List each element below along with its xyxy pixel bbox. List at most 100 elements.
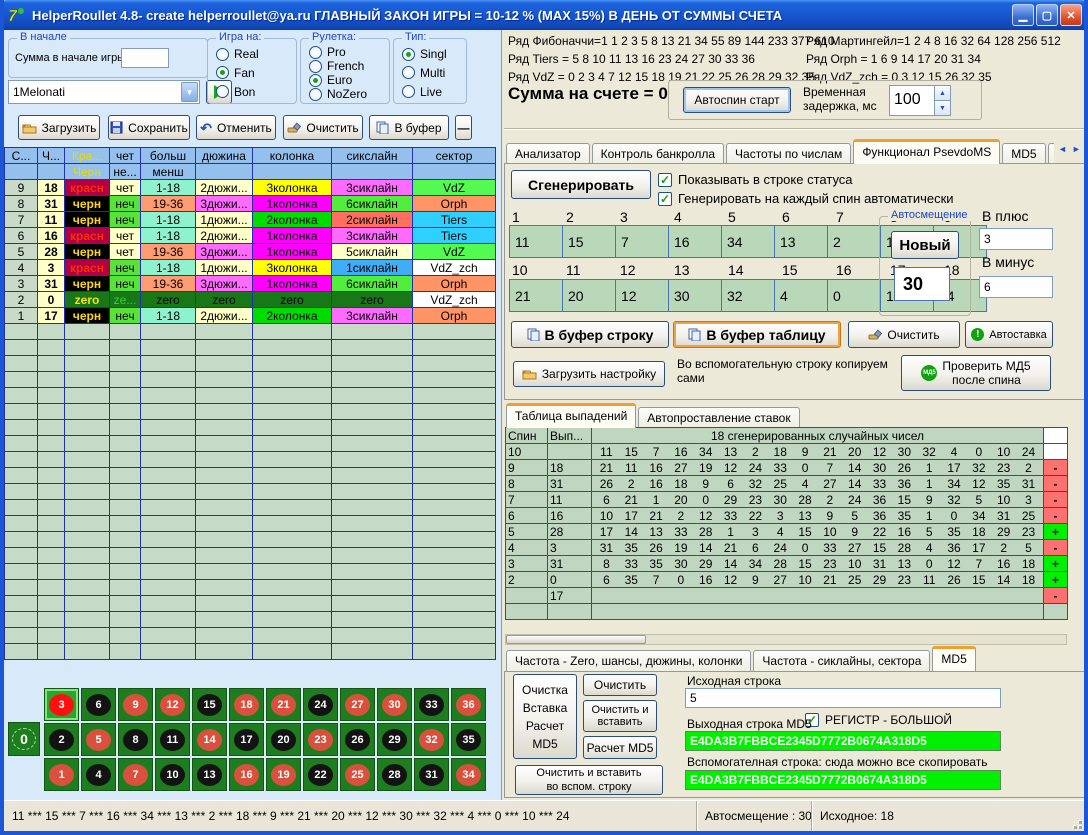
copy-table-button[interactable]: В буфер таблицу xyxy=(673,321,841,348)
board-cell-18[interactable]: 18 xyxy=(229,688,264,721)
board-cell-22[interactable]: 22 xyxy=(303,758,338,791)
tab-md5[interactable]: MD5 xyxy=(932,646,975,671)
radio-nozero[interactable]: NoZero xyxy=(309,87,389,101)
board-cell-5[interactable]: 5 xyxy=(81,723,116,756)
board-cell-1[interactable]: 1 xyxy=(44,758,79,791)
board-cell-23[interactable]: 23 xyxy=(303,723,338,756)
clear-gen-button[interactable]: Очистить xyxy=(848,321,960,348)
board-cell-11[interactable]: 11 xyxy=(155,723,190,756)
board-cell-9[interactable]: 9 xyxy=(118,688,153,721)
copy-row-button[interactable]: В буфер строку xyxy=(511,321,669,348)
minimize-button[interactable]: ▁ xyxy=(1012,4,1034,26)
collapse-button[interactable]: — xyxy=(455,115,472,140)
board-cell-26[interactable]: 26 xyxy=(340,723,375,756)
board-cell-20[interactable]: 20 xyxy=(266,723,301,756)
tab-анализатор[interactable]: Анализатор xyxy=(506,143,590,164)
board-cell-36[interactable]: 36 xyxy=(451,688,486,721)
profile-combo-value[interactable]: 1Melonati xyxy=(8,80,200,104)
spinner-up-icon[interactable]: ▲ xyxy=(935,86,950,101)
check-md5-button[interactable]: МД5 Проверить МД5после спина xyxy=(901,355,1051,391)
board-cell-2[interactable]: 2 xyxy=(44,723,79,756)
board-cell-6[interactable]: 6 xyxy=(81,688,116,721)
board-cell-28[interactable]: 28 xyxy=(377,758,412,791)
board-cell-4[interactable]: 4 xyxy=(81,758,116,791)
board-cell-10[interactable]: 10 xyxy=(155,758,190,791)
board-cell-24[interactable]: 24 xyxy=(303,688,338,721)
tab-автопроставление-ставок[interactable]: Автопроставление ставок xyxy=(638,407,799,428)
autobet-button[interactable]: ! Автоставка xyxy=(965,321,1053,348)
board-cell-25[interactable]: 25 xyxy=(340,758,375,791)
resize-grip[interactable] xyxy=(1070,817,1082,829)
start-sum-input[interactable] xyxy=(121,48,169,68)
board-cell-16[interactable]: 16 xyxy=(229,758,264,791)
md5-clear-paste-button[interactable]: Очистить и вставить xyxy=(583,700,657,732)
new-button[interactable]: Новый xyxy=(891,231,959,259)
copy-buffer-button[interactable]: В буфер xyxy=(369,115,449,140)
spinner-down-icon[interactable]: ▼ xyxy=(935,101,950,115)
tab-scroll-left-icon[interactable]: ◄ xyxy=(1056,142,1069,156)
undo-button[interactable]: ↶ Отменить xyxy=(196,115,276,140)
tab-md5[interactable]: MD5 xyxy=(1002,143,1045,164)
md5-calc-button[interactable]: Расчет MD5 xyxy=(583,736,657,759)
board-cell-29[interactable]: 29 xyxy=(377,723,412,756)
maximize-button[interactable]: ▢ xyxy=(1036,4,1058,26)
clear-button[interactable]: Очистить xyxy=(283,115,363,140)
spin-table-scrollbar[interactable] xyxy=(505,634,1067,645)
radio-singl[interactable]: Singl xyxy=(402,47,466,61)
autospin-start-button[interactable]: Автоспин старт xyxy=(683,87,791,113)
radio-euro[interactable]: Euro xyxy=(309,73,389,87)
load-button[interactable]: Загрузить xyxy=(18,115,100,140)
tab-частота-zero-шансы-дюжины-колонки[interactable]: Частота - Zero, шансы, дюжины, колонки xyxy=(506,650,751,671)
scrollbar-thumb[interactable] xyxy=(506,635,646,644)
radio-fan[interactable]: Fan xyxy=(216,66,296,80)
board-cell-19[interactable]: 19 xyxy=(266,758,301,791)
board-cell-8[interactable]: 8 xyxy=(118,723,153,756)
close-button[interactable]: ✕ xyxy=(1060,4,1082,26)
board-cell-7[interactable]: 7 xyxy=(118,758,153,791)
chevron-down-icon[interactable]: ▼ xyxy=(181,82,198,102)
board-cell-31[interactable]: 31 xyxy=(414,758,449,791)
radio-multi[interactable]: Multi xyxy=(402,66,466,80)
board-cell-15[interactable]: 15 xyxy=(192,688,227,721)
radio-french[interactable]: French xyxy=(309,59,389,73)
board-cell-32[interactable]: 32 xyxy=(414,723,449,756)
radio-live[interactable]: Live xyxy=(402,85,466,99)
load-settings-button[interactable]: Загрузить настройку xyxy=(513,361,665,387)
board-cell-13[interactable]: 13 xyxy=(192,758,227,791)
checkbox-show-status[interactable]: ✓ Показывать в строке статуса xyxy=(658,172,853,187)
board-cell-3[interactable]: 3 xyxy=(44,688,79,721)
tab-контроль-банкролла[interactable]: Контроль банкролла xyxy=(592,143,724,164)
board-cell-17[interactable]: 17 xyxy=(229,723,264,756)
tab-деление-кол[interactable]: Деление кол xyxy=(1048,143,1054,164)
radio-bon[interactable]: Bon xyxy=(216,85,296,99)
md5-clear-button[interactable]: Очистить xyxy=(583,674,657,696)
checkbox-autogen[interactable]: ✓ Генерировать на каждый спин автоматиче… xyxy=(658,191,954,206)
radio-pro[interactable]: Pro xyxy=(309,45,389,59)
plus-input[interactable] xyxy=(979,228,1053,250)
board-cell-33[interactable]: 33 xyxy=(414,688,449,721)
tab-частоты-по-числам[interactable]: Частоты по числам xyxy=(726,143,851,164)
board-cell-27[interactable]: 27 xyxy=(340,688,375,721)
md5-big-button[interactable]: ОчисткаВставкаРасчет MD5 xyxy=(513,674,577,759)
radio-real[interactable]: Real xyxy=(216,47,296,61)
board-cell-12[interactable]: 12 xyxy=(155,688,190,721)
register-checkbox[interactable]: ✓ РЕГИСТР - БОЛЬШОЙ xyxy=(805,713,952,727)
board-cell-30[interactable]: 30 xyxy=(377,688,412,721)
profile-combo[interactable]: 1Melonati ▼ xyxy=(8,80,200,104)
source-input[interactable] xyxy=(685,688,1001,708)
delay-value[interactable]: 100 xyxy=(890,86,934,115)
board-cell-34[interactable]: 34 xyxy=(451,758,486,791)
tab-scroll-right-icon[interactable]: ► xyxy=(1070,142,1083,156)
tab-функционал-psevdoms[interactable]: Функционал PsevdoMS xyxy=(853,139,1000,164)
generate-button[interactable]: Сгенерировать xyxy=(511,170,651,199)
board-cell-14[interactable]: 14 xyxy=(192,723,227,756)
roulette-zero-cell[interactable]: 0 xyxy=(8,722,40,756)
minus-input[interactable] xyxy=(979,276,1053,298)
board-cell-21[interactable]: 21 xyxy=(266,688,301,721)
save-button[interactable]: Сохранить xyxy=(108,115,190,140)
tab-частота-сиклайны-сектора[interactable]: Частота - сиклайны, сектора xyxy=(753,650,930,671)
board-cell-35[interactable]: 35 xyxy=(451,723,486,756)
autoshift-value[interactable]: 30 xyxy=(894,267,950,301)
tab-таблица-выпадений[interactable]: Таблица выпадений xyxy=(506,403,636,428)
md5-clear-paste-aux-button[interactable]: Очистить и вставитьво вспом. строку xyxy=(515,765,663,795)
